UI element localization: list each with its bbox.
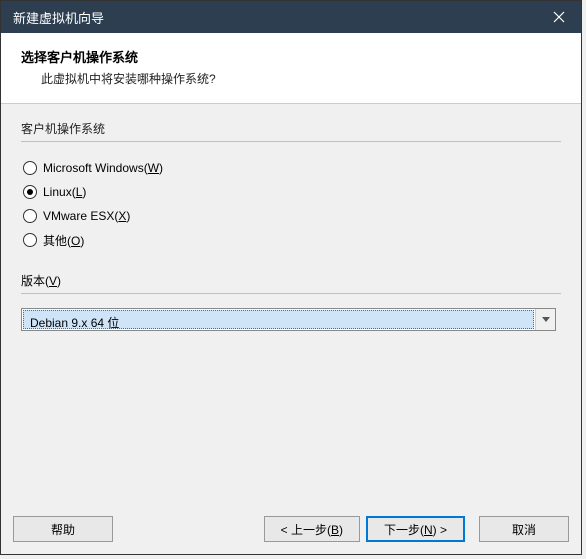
button-bar: 帮助 < 上一步(B) 下一步(N) > 取消	[1, 516, 581, 542]
radio-windows[interactable]: Microsoft Windows(W)	[23, 156, 561, 180]
chevron-down-icon	[542, 317, 550, 322]
next-button[interactable]: 下一步(N) >	[366, 516, 465, 542]
radio-circle-icon	[23, 185, 37, 199]
cancel-button[interactable]: 取消	[479, 516, 569, 542]
header-title: 选择客户机操作系统	[21, 47, 561, 66]
version-selected: Debian 9.x 64 位	[23, 310, 534, 329]
content-area: 客户机操作系统 Microsoft Windows(W) Linux(L) VM…	[1, 104, 581, 341]
radio-label: Linux(L)	[43, 185, 86, 199]
help-label: 帮助	[51, 521, 75, 538]
divider	[21, 141, 561, 142]
version-combobox[interactable]: Debian 9.x 64 位	[21, 308, 556, 331]
radio-circle-icon	[23, 161, 37, 175]
radio-vmware-esx[interactable]: VMware ESX(X)	[23, 204, 561, 228]
header-subtitle: 此虚拟机中将安装哪种操作系统?	[41, 70, 561, 87]
titlebar-text: 新建虚拟机向导	[13, 8, 104, 27]
header-section: 选择客户机操作系统 此虚拟机中将安装哪种操作系统?	[1, 33, 581, 104]
cancel-label: 取消	[512, 521, 536, 538]
os-radio-group: Microsoft Windows(W) Linux(L) VMware ESX…	[23, 156, 561, 252]
close-button[interactable]	[536, 1, 581, 33]
radio-linux[interactable]: Linux(L)	[23, 180, 561, 204]
os-group-label: 客户机操作系统	[21, 120, 561, 137]
radio-label: 其他(O)	[43, 232, 84, 249]
version-label: 版本(V)	[21, 272, 561, 289]
divider	[21, 293, 561, 294]
next-label: 下一步(N) >	[384, 521, 447, 538]
radio-label: Microsoft Windows(W)	[43, 161, 163, 175]
close-icon	[553, 11, 565, 23]
radio-other[interactable]: 其他(O)	[23, 228, 561, 252]
wizard-dialog: 新建虚拟机向导 选择客户机操作系统 此虚拟机中将安装哪种操作系统? 客户机操作系…	[0, 0, 582, 555]
back-button[interactable]: < 上一步(B)	[264, 516, 360, 542]
radio-circle-icon	[23, 233, 37, 247]
help-button[interactable]: 帮助	[13, 516, 113, 542]
titlebar: 新建虚拟机向导	[1, 1, 581, 33]
radio-label: VMware ESX(X)	[43, 209, 130, 223]
radio-circle-icon	[23, 209, 37, 223]
back-label: < 上一步(B)	[281, 521, 343, 538]
dropdown-arrow	[535, 309, 555, 330]
